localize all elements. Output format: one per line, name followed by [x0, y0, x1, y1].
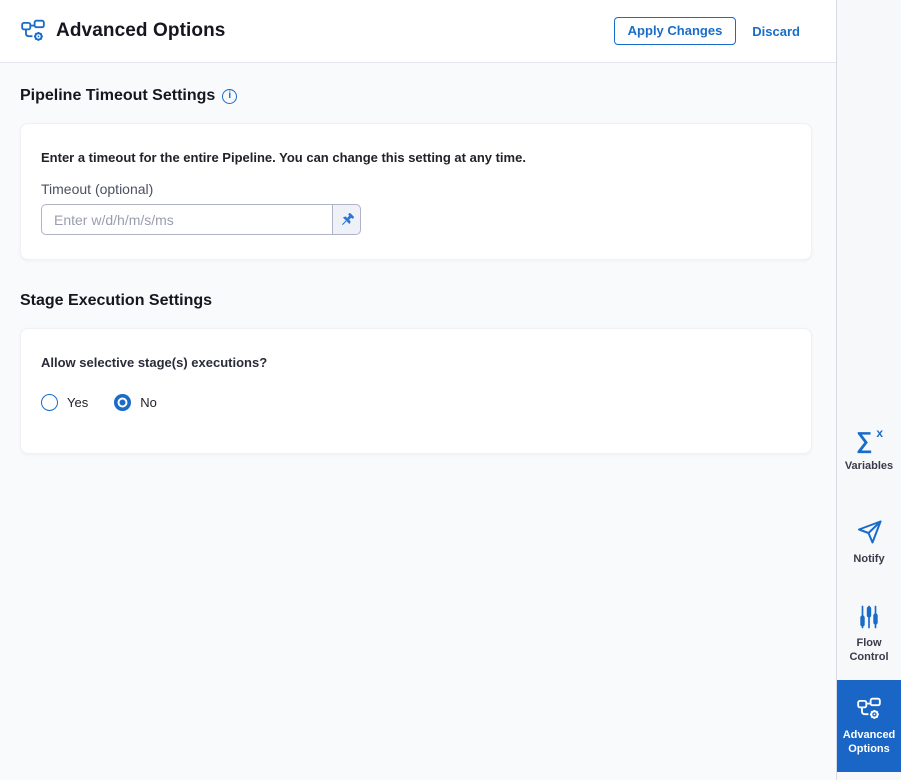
sidebar-item-notify[interactable]: Notify [837, 496, 901, 588]
pin-input-type-button[interactable] [332, 204, 361, 235]
sidebar-item-label: Notify [853, 552, 885, 565]
sidebar-item-flow-control[interactable]: Flow Control [837, 588, 901, 680]
stage-execution-card: Allow selective stage(s) executions? Yes… [20, 328, 812, 454]
pipeline-timeout-section-title: Pipeline Timeout Settings [20, 87, 216, 104]
sigma-x-icon: ∑ x [856, 425, 883, 453]
timeout-input-group [41, 204, 361, 235]
sidebar-item-advanced-options[interactable]: Advanced Options [837, 680, 901, 772]
radio-label-no: No [140, 395, 157, 410]
paper-plane-icon [855, 518, 883, 546]
sidebar-item-label: Variables [844, 459, 894, 472]
pipeline-gear-icon [856, 696, 882, 722]
page-title: Advanced Options [56, 20, 226, 41]
discard-button[interactable]: Discard [752, 24, 800, 39]
sidebar-item-label: Flow Control [849, 637, 889, 663]
stage-execution-section-title: Stage Execution Settings [20, 292, 213, 309]
radio-circle-no[interactable] [114, 394, 132, 411]
header-actions: Apply Changes Discard [613, 17, 800, 45]
right-toolbar: ∑ x Variables Notify Flow Control Advanc… [836, 0, 901, 780]
info-icon[interactable]: i [222, 88, 238, 104]
panel-header: Advanced Options Apply Changes Discard [0, 0, 836, 63]
header-title-group: Advanced Options [20, 18, 225, 44]
thumbtack-icon [339, 212, 355, 228]
apply-changes-button[interactable]: Apply Changes [613, 17, 737, 45]
pipeline-gear-icon [20, 18, 46, 44]
timeout-description: Enter a timeout for the entire Pipeline.… [41, 150, 526, 165]
sliders-icon [856, 604, 882, 630]
radio-label-yes: Yes [67, 395, 89, 410]
sidebar-item-variables[interactable]: ∑ x Variables [837, 404, 901, 496]
selective-stages-radio-group: Yes No [41, 394, 791, 411]
timeout-field-label: Timeout (optional) [41, 181, 154, 197]
radio-circle-yes[interactable] [41, 394, 58, 411]
selective-stages-question: Allow selective stage(s) executions? [41, 355, 268, 370]
radio-option-no[interactable]: No [114, 394, 157, 411]
sidebar-item-label: Advanced Options [842, 729, 896, 755]
radio-option-yes[interactable]: Yes [41, 394, 88, 411]
timeout-input[interactable] [41, 204, 332, 235]
main-panel: Advanced Options Apply Changes Discard P… [0, 0, 836, 780]
pipeline-timeout-card: Enter a timeout for the entire Pipeline.… [20, 123, 812, 260]
advanced-options-page: Advanced Options Apply Changes Discard P… [0, 0, 901, 780]
pipeline-timeout-section-header: Pipeline Timeout Settings i [20, 87, 812, 105]
settings-content: Pipeline Timeout Settings i Enter a time… [0, 63, 836, 486]
